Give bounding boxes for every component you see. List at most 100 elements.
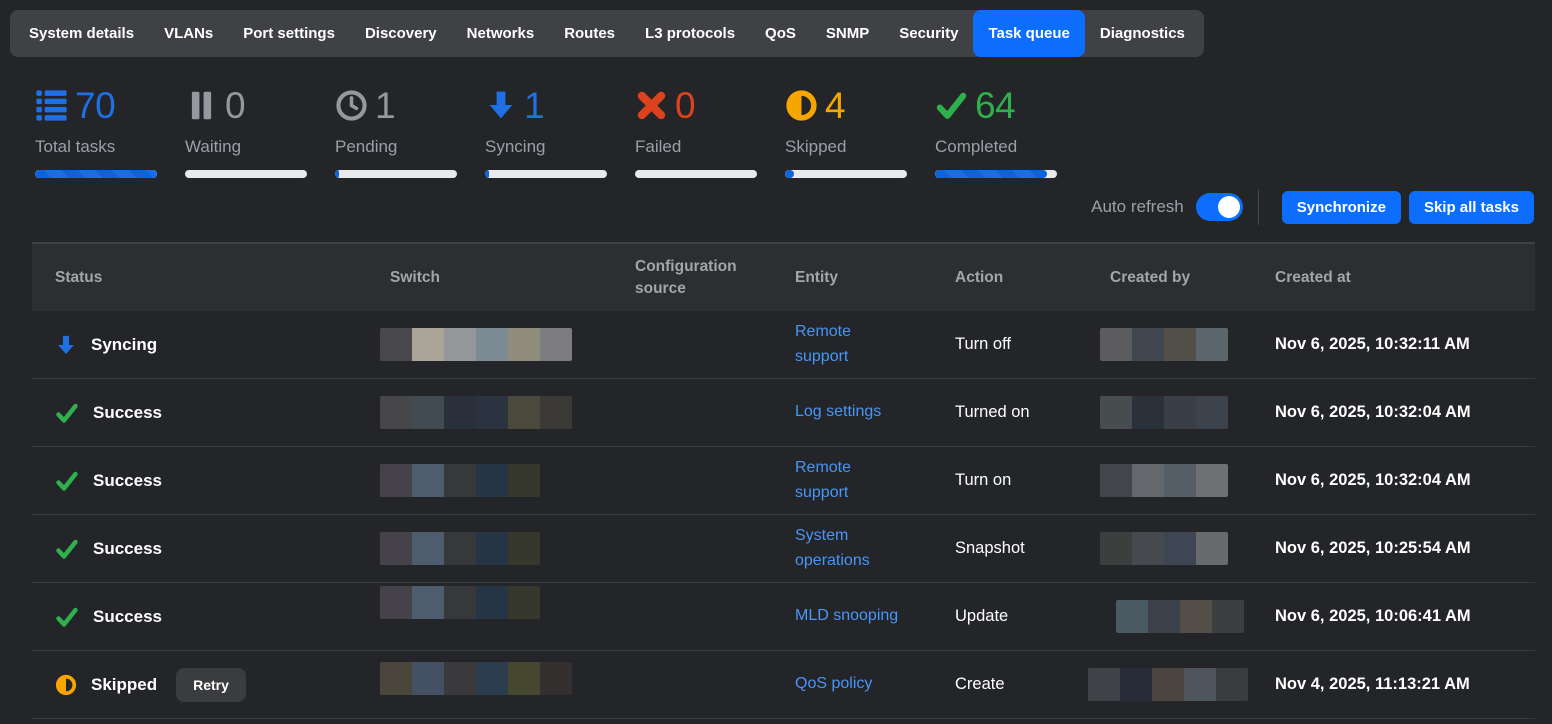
created-by-redacted-thumbnail [1116,600,1244,633]
stat-value: 0 [225,87,245,124]
tab-vlans[interactable]: VLANs [149,10,228,57]
entity-cell: Log settings [785,400,945,425]
created-at-cell: Nov 6, 2025, 10:32:04 AM [1265,471,1535,490]
stat-progress-bar [785,170,907,178]
stat-label: Skipped [785,137,907,157]
created-at-cell: Nov 6, 2025, 10:25:54 AM [1265,539,1535,558]
created-by-redacted-thumbnail [1100,532,1228,565]
tab-networks[interactable]: Networks [452,10,550,57]
stat-waiting: 0 Waiting [185,82,307,178]
tab-diagnostics[interactable]: Diagnostics [1085,10,1200,57]
stat-total-tasks: 70 Total tasks [35,82,157,178]
switch-cell [380,464,625,497]
stat-label: Completed [935,137,1057,157]
switch-cell [380,328,625,361]
entity-link[interactable]: Remote support [795,456,905,506]
stat-label: Total tasks [35,137,157,157]
synchronize-button[interactable]: Synchronize [1282,191,1401,224]
syncing-arrow-down-icon [55,334,77,356]
tab-port-settings[interactable]: Port settings [228,10,350,57]
created-at-cell: Nov 6, 2025, 10:06:41 AM [1265,607,1535,626]
stat-value: 64 [975,87,1015,124]
switch-cell [380,532,625,565]
table-row: SkippedRetry QoS policy Create Nov 4, 20… [32,651,1535,719]
entity-link[interactable]: System operations [795,524,905,574]
tab-task-queue[interactable]: Task queue [973,10,1084,57]
stat-skipped: 4 Skipped [785,82,907,178]
stat-value: 4 [825,87,845,124]
entity-link[interactable]: MLD snooping [795,604,898,629]
task-queue-table: StatusSwitchConfiguration sourceEntityAc… [32,242,1535,719]
success-check-icon [55,469,79,493]
success-check-icon [55,605,79,629]
switch-redacted-thumbnail [380,328,572,361]
stat-failed: 0 Failed [635,82,757,178]
status-text: Syncing [91,335,157,355]
stat-syncing: 1 Syncing [485,82,607,178]
tab-security[interactable]: Security [884,10,973,57]
created-by-cell [1100,668,1265,701]
status-cell: Skipped Retry [32,668,380,702]
created-by-redacted-thumbnail [1100,464,1228,497]
stat-progress-bar [35,170,157,178]
switch-redacted-thumbnail [380,532,540,565]
column-header-created-by: Created by [1100,267,1265,289]
entity-link[interactable]: Log settings [795,400,881,425]
action-cell: Turn on [945,471,1100,490]
skip-all-tasks-button[interactable]: Skip all tasks [1409,191,1534,224]
action-cell: Turned on [945,403,1100,422]
x-icon [635,89,668,122]
status-cell: Success [32,537,380,561]
arrow-down-icon [485,89,517,121]
check-icon [935,89,968,122]
success-check-icon [55,401,79,425]
half-circle-icon [785,89,818,122]
auto-refresh-toggle[interactable] [1196,193,1243,221]
switch-cell [380,396,625,429]
status-text: Skipped [91,675,157,695]
created-by-cell [1100,464,1265,497]
table-row: Success System operations Snapshot Nov 6… [32,515,1535,583]
status-text: Success [93,607,162,627]
entity-link[interactable]: QoS policy [795,672,872,697]
action-cell: Snapshot [945,539,1100,558]
stat-completed: 64 Completed [935,82,1057,178]
switch-redacted-thumbnail [380,586,540,619]
table-row: Success Remote support Turn on Nov 6, 20… [32,447,1535,515]
switch-cell [380,668,625,701]
tab-qos[interactable]: QoS [750,10,811,57]
stat-label: Waiting [185,137,307,157]
tab-discovery[interactable]: Discovery [350,10,452,57]
created-at-cell: Nov 4, 2025, 11:13:21 AM [1265,675,1535,694]
stat-progress-bar [635,170,757,178]
entity-cell: QoS policy [785,672,945,697]
created-by-redacted-thumbnail [1100,396,1228,429]
created-by-cell [1100,328,1265,361]
entity-link[interactable]: Remote support [795,320,905,370]
tab-l3-protocols[interactable]: L3 protocols [630,10,750,57]
status-text: Success [93,539,162,559]
stat-pending: 1 Pending [335,82,457,178]
created-by-cell [1100,532,1265,565]
table-row: Syncing Remote support Turn off Nov 6, 2… [32,311,1535,379]
created-by-redacted-thumbnail [1100,328,1228,361]
skipped-half-circle-icon [55,674,77,696]
retry-button[interactable]: Retry [176,668,246,702]
vertical-divider [1258,189,1259,225]
tab-system-details[interactable]: System details [14,10,149,57]
column-header-action: Action [945,267,1100,289]
switch-cell [380,600,625,633]
column-header-configuration-source: Configuration source [625,256,785,299]
stat-value: 1 [375,87,395,124]
created-by-cell [1100,396,1265,429]
tab-snmp[interactable]: SNMP [811,10,884,57]
status-cell: Success [32,469,380,493]
switch-redacted-thumbnail [380,662,572,695]
stat-progress-bar [185,170,307,178]
pause-icon [185,89,218,122]
tab-routes[interactable]: Routes [549,10,630,57]
stat-label: Pending [335,137,457,157]
column-header-entity: Entity [785,267,945,289]
success-check-icon [55,537,79,561]
action-cell: Update [945,607,1100,626]
